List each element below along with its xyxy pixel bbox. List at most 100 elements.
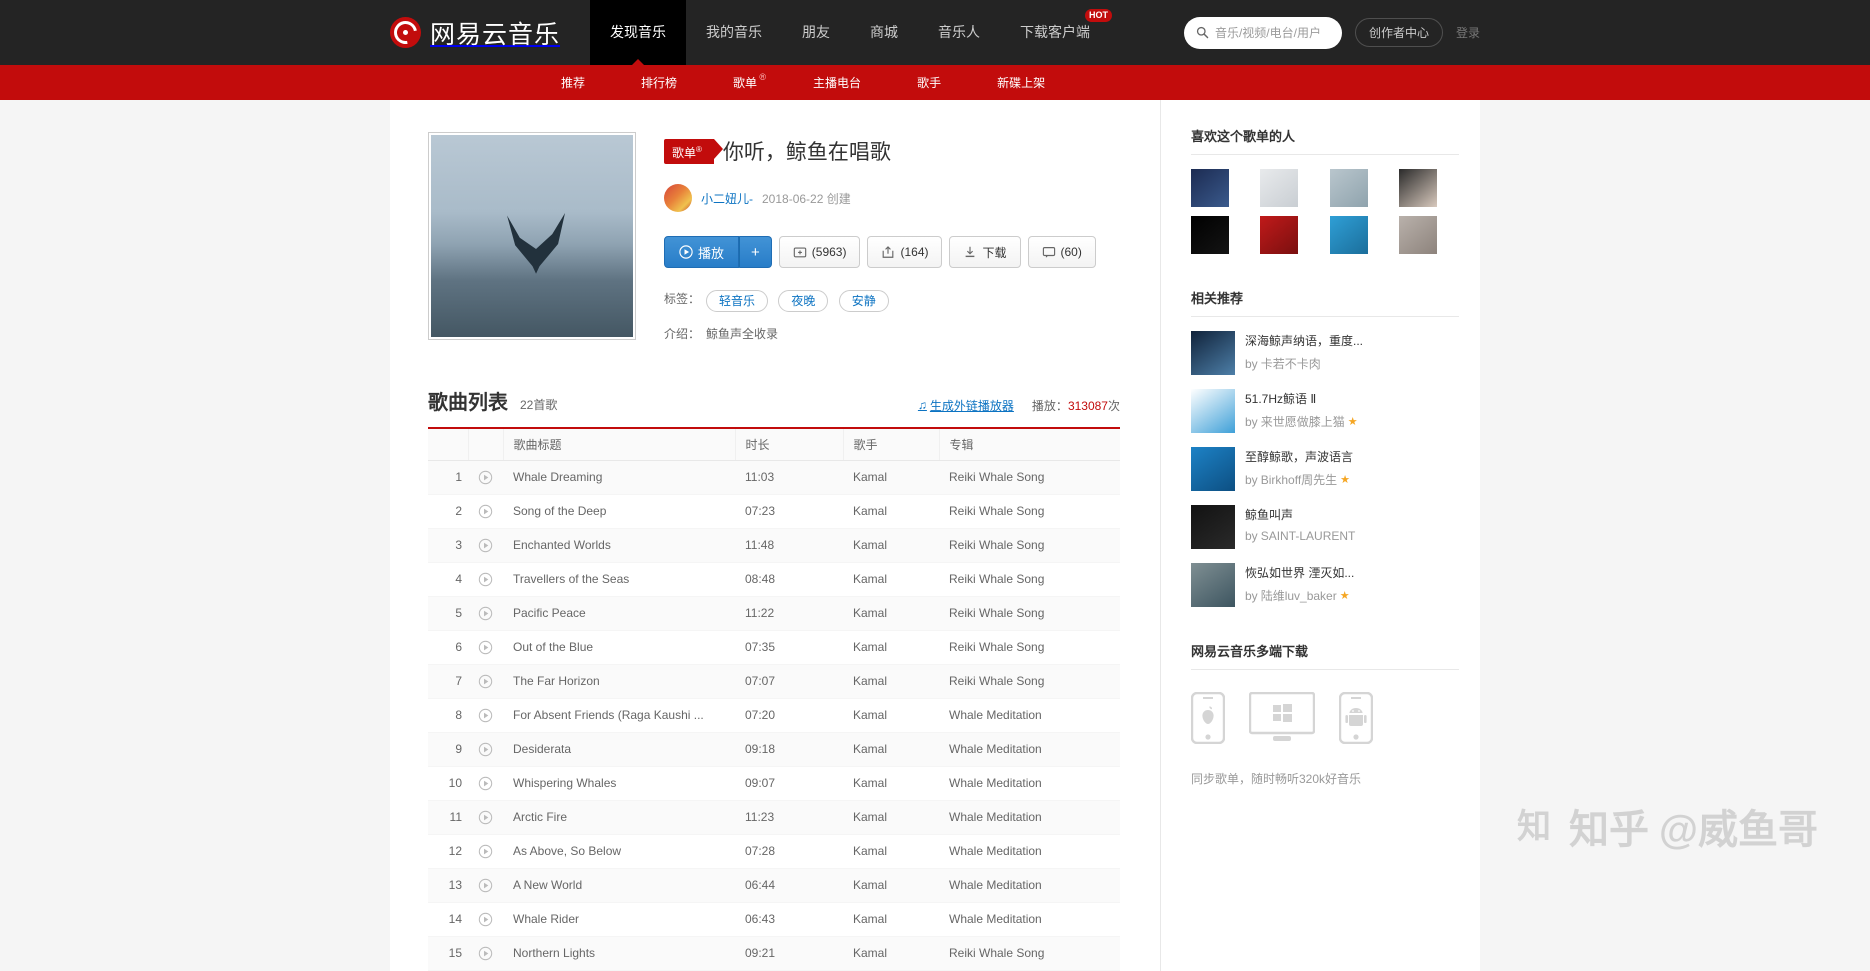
song-artist[interactable]: Kamal: [843, 596, 939, 631]
song-title[interactable]: Enchanted Worlds: [503, 528, 735, 563]
recommend-title[interactable]: 至醇鲸歌，声波语言: [1245, 448, 1353, 465]
recommend-author-link[interactable]: Birkhoff周先生: [1261, 471, 1337, 488]
song-album[interactable]: Reiki Whale Song: [939, 664, 1120, 699]
table-row[interactable]: 5 Pacific Peace 11:22 Kamal Reiki Whale Song: [428, 596, 1120, 631]
subnav-item-recommend[interactable]: 推荐: [533, 74, 613, 91]
subnav-item-playlist[interactable]: 歌单 ®: [705, 72, 785, 91]
song-title[interactable]: Whale Rider: [503, 902, 735, 937]
table-row[interactable]: 1 Whale Dreaming 11:03 Kamal Reiki Whale Son…: [428, 460, 1120, 495]
avatar[interactable]: [1329, 169, 1368, 207]
song-artist[interactable]: Kamal: [843, 902, 939, 937]
collect-button[interactable]: (5963): [778, 236, 861, 268]
playlist-cover[interactable]: [428, 132, 636, 340]
song-title[interactable]: Travellers of the Seas: [503, 562, 735, 597]
table-row[interactable]: 10 Whispering Whales 09:07 Kamal Whale Medit…: [428, 766, 1120, 801]
table-row[interactable]: 7 The Far Horizon 07:07 Kamal Reiki Whale So…: [428, 664, 1120, 699]
song-play-button[interactable]: [468, 460, 503, 495]
creator-name-link[interactable]: 小二妞儿-: [701, 190, 753, 207]
song-play-button[interactable]: [468, 902, 503, 937]
song-title[interactable]: Northern Lights: [503, 936, 735, 971]
nav-item-store[interactable]: 商城: [850, 0, 918, 65]
song-album[interactable]: Whale Meditation: [939, 698, 1120, 733]
table-row[interactable]: 6 Out of the Blue 07:35 Kamal Reiki Whale So…: [428, 630, 1120, 665]
table-row[interactable]: 8 For Absent Friends (Raga Kaushi ... 07:2…: [428, 698, 1120, 733]
song-album[interactable]: Reiki Whale Song: [939, 528, 1120, 563]
comment-button[interactable]: (60): [1027, 236, 1096, 268]
song-album[interactable]: Reiki Whale Song: [939, 562, 1120, 597]
table-row[interactable]: 15 Northern Lights 09:21 Kamal Reiki Whale S…: [428, 936, 1120, 971]
song-artist[interactable]: Kamal: [843, 800, 939, 835]
generate-external-player-link[interactable]: ♫ 生成外链播放器: [918, 397, 1014, 414]
subnav-item-radio[interactable]: 主播电台: [785, 74, 889, 91]
recommend-author-link[interactable]: 陆维luv_baker: [1261, 587, 1337, 604]
subnav-item-artists[interactable]: 歌手: [889, 74, 969, 91]
song-album[interactable]: Whale Meditation: [939, 902, 1120, 937]
column-title[interactable]: 歌曲标题: [502, 427, 735, 461]
recommend-thumbnail[interactable]: [1191, 331, 1235, 375]
nav-item-musician[interactable]: 音乐人: [918, 0, 1000, 65]
table-row[interactable]: 13 A New World 06:44 Kamal Whale Meditation: [428, 868, 1120, 903]
download-button[interactable]: 下载: [949, 236, 1021, 268]
song-title[interactable]: Whale Dreaming: [503, 460, 735, 495]
song-artist[interactable]: Kamal: [843, 732, 939, 767]
song-artist[interactable]: Kamal: [843, 936, 939, 971]
search-box[interactable]: [1183, 16, 1342, 49]
avatar[interactable]: [1329, 216, 1368, 254]
android-icon[interactable]: [1339, 692, 1373, 744]
windows-icon[interactable]: [1249, 692, 1315, 744]
search-input[interactable]: [1214, 25, 1330, 40]
song-play-button[interactable]: [468, 936, 503, 971]
avatar[interactable]: [1191, 169, 1229, 207]
song-album[interactable]: Reiki Whale Song: [939, 596, 1120, 631]
song-play-button[interactable]: [468, 562, 503, 597]
avatar[interactable]: [1260, 216, 1299, 254]
song-play-button[interactable]: [468, 494, 503, 529]
song-artist[interactable]: Kamal: [843, 494, 939, 529]
list-item[interactable]: 深海鲸声纳语，重度... by 卡若不卡肉: [1191, 331, 1459, 375]
song-album[interactable]: Whale Meditation: [939, 800, 1120, 835]
song-title[interactable]: Out of the Blue: [503, 630, 735, 665]
song-artist[interactable]: Kamal: [843, 766, 939, 801]
recommend-thumbnail[interactable]: [1191, 563, 1235, 607]
song-play-button[interactable]: [468, 834, 503, 869]
song-title[interactable]: Arctic Fire: [503, 800, 735, 835]
list-item[interactable]: 恢弘如世界 湮灭如... by 陆维luv_baker ★: [1191, 563, 1459, 607]
column-duration[interactable]: 时长: [734, 427, 843, 461]
table-row[interactable]: 12 As Above, So Below 07:28 Kamal Whale Medi…: [428, 834, 1120, 869]
play-all-button[interactable]: 播放: [664, 236, 740, 268]
nav-item-discover[interactable]: 发现音乐: [590, 0, 687, 65]
nav-item-my-music[interactable]: 我的音乐: [686, 0, 782, 65]
table-row[interactable]: 14 Whale Rider 06:43 Kamal Whale Meditation: [428, 902, 1120, 937]
song-artist[interactable]: Kamal: [843, 698, 939, 733]
song-artist[interactable]: Kamal: [843, 664, 939, 699]
song-play-button[interactable]: [468, 868, 503, 903]
creator-center-button[interactable]: 创作者中心: [1354, 18, 1443, 47]
song-album[interactable]: Reiki Whale Song: [939, 936, 1120, 971]
song-play-button[interactable]: [468, 528, 503, 563]
song-title[interactable]: Whispering Whales: [503, 766, 735, 801]
song-album[interactable]: Reiki Whale Song: [939, 494, 1120, 529]
recommend-author-link[interactable]: 来世愿做膝上猫: [1261, 413, 1345, 430]
song-play-button[interactable]: [468, 664, 503, 699]
song-artist[interactable]: Kamal: [843, 562, 939, 597]
tag-chip-light-music[interactable]: 轻音乐: [706, 290, 769, 312]
table-row[interactable]: 3 Enchanted Worlds 11:48 Kamal Reiki Whale S…: [428, 528, 1120, 563]
list-item[interactable]: 至醇鲸歌，声波语言 by Birkhoff周先生 ★: [1191, 447, 1459, 491]
recommend-author-link[interactable]: 卡若不卡肉: [1261, 355, 1321, 372]
song-album[interactable]: Whale Meditation: [939, 766, 1120, 801]
song-artist[interactable]: Kamal: [843, 528, 939, 563]
avatar[interactable]: [1260, 169, 1299, 207]
login-link[interactable]: 登录: [1456, 24, 1480, 41]
recommend-title[interactable]: 51.7Hz鲸语 Ⅱ: [1245, 390, 1358, 407]
subnav-item-ranking[interactable]: 排行榜: [613, 74, 705, 91]
song-title[interactable]: A New World: [503, 868, 735, 903]
nav-item-download-client[interactable]: 下载客户端 HOT: [1000, 0, 1113, 65]
song-album[interactable]: Whale Meditation: [939, 732, 1120, 767]
creator-avatar[interactable]: [664, 184, 692, 212]
song-play-button[interactable]: [468, 596, 503, 631]
song-album[interactable]: Whale Meditation: [939, 834, 1120, 869]
tag-chip-night[interactable]: 夜晚: [778, 290, 829, 312]
iphone-icon[interactable]: [1191, 692, 1225, 744]
song-title[interactable]: The Far Horizon: [503, 664, 735, 699]
list-item[interactable]: 51.7Hz鲸语 Ⅱ by 来世愿做膝上猫 ★: [1191, 389, 1459, 433]
